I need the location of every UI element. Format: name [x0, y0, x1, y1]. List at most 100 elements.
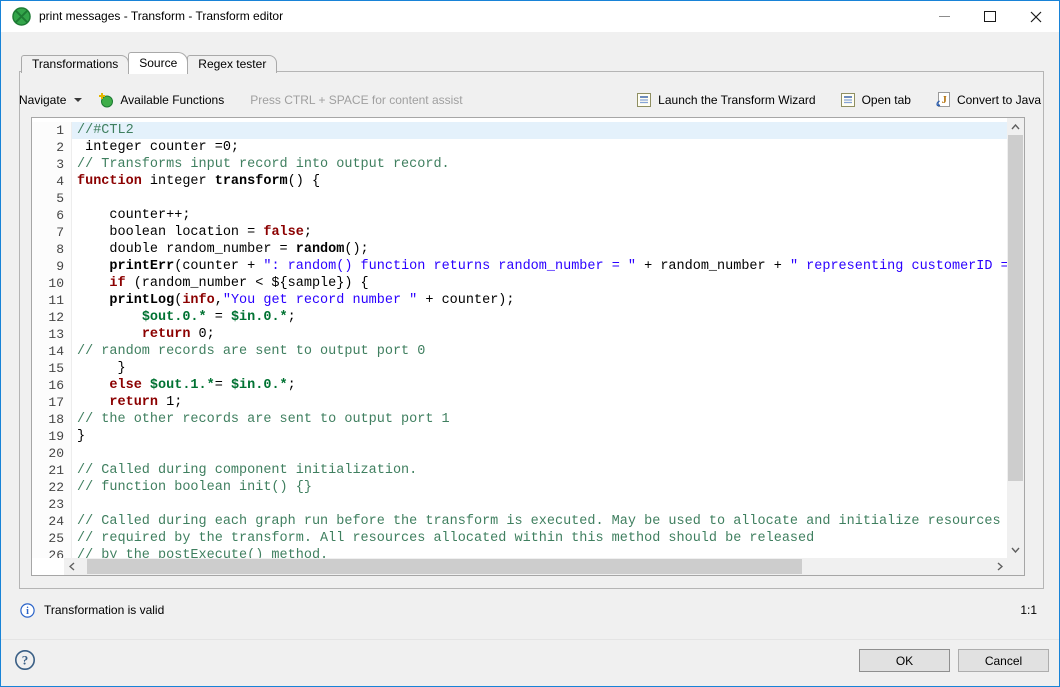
scroll-down-button[interactable] [1007, 541, 1024, 558]
scroll-up-button[interactable] [1007, 118, 1024, 135]
line-number: 1 [32, 122, 72, 139]
line-number: 13 [32, 326, 72, 343]
code-line: 19} [32, 428, 1007, 445]
navigate-button[interactable]: Navigate [15, 91, 86, 109]
line-text: } [72, 360, 1007, 377]
launch-wizard-label: Launch the Transform Wizard [658, 93, 815, 107]
line-text: } [72, 428, 1007, 445]
wizard-document-icon [636, 92, 652, 108]
code-line: 14// random records are sent to output p… [32, 343, 1007, 360]
line-text: printErr(counter + ": random() function … [72, 258, 1007, 275]
line-text: if (random_number < ${sample}) { [72, 275, 1007, 292]
code-line: 8 double random_number = random(); [32, 241, 1007, 258]
code-line: 12 $out.0.* = $in.0.*; [32, 309, 1007, 326]
minimize-button[interactable] [921, 1, 967, 32]
code-line: 9 printErr(counter + ": random() functio… [32, 258, 1007, 275]
available-functions-button[interactable]: Available Functions [94, 90, 228, 110]
minimize-icon [939, 16, 950, 17]
line-number: 9 [32, 258, 72, 275]
horizontal-scrollbar[interactable] [64, 558, 1007, 575]
line-number: 20 [32, 445, 72, 462]
info-icon: i [20, 603, 35, 618]
line-number: 10 [32, 275, 72, 292]
code-editor[interactable]: 1//#CTL22 integer counter =0;3// Transfo… [32, 118, 1007, 558]
line-text: // Called during each graph run before t… [72, 513, 1007, 530]
line-number: 6 [32, 207, 72, 224]
code-line: 1//#CTL2 [32, 122, 1007, 139]
line-number: 17 [32, 394, 72, 411]
line-number: 11 [32, 292, 72, 309]
scroll-right-button[interactable] [992, 558, 1007, 575]
code-line: 26// by the postExecute() method. [32, 547, 1007, 558]
code-line: 24// Called during each graph run before… [32, 513, 1007, 530]
help-button[interactable]: ? [14, 649, 36, 671]
line-text: function integer transform() { [72, 173, 1007, 190]
horizontal-scroll-thumb[interactable] [87, 559, 802, 574]
clover-app-icon [12, 7, 31, 26]
transform-editor-dialog: print messages - Transform - Transform e… [0, 0, 1060, 687]
code-line: 21// Called during component initializat… [32, 462, 1007, 479]
cancel-button[interactable]: Cancel [958, 649, 1049, 672]
line-number: 15 [32, 360, 72, 377]
code-line: 18// the other records are sent to outpu… [32, 411, 1007, 428]
source-editor: 1//#CTL22 integer counter =0;3// Transfo… [31, 117, 1025, 576]
status-bar: i Transformation is valid 1:1 [1, 599, 1059, 621]
line-text: return 1; [72, 394, 1007, 411]
ok-button[interactable]: OK [859, 649, 950, 672]
line-text: //#CTL2 [72, 122, 1007, 139]
code-line: 16 else $out.1.*= $in.0.*; [32, 377, 1007, 394]
tab-source[interactable]: Source [128, 52, 188, 74]
line-text: // Transforms input record into output r… [72, 156, 1007, 173]
line-number: 2 [32, 139, 72, 156]
open-tab-label: Open tab [862, 93, 911, 107]
titlebar: print messages - Transform - Transform e… [1, 1, 1059, 32]
line-text: // function boolean init() {} [72, 479, 1007, 496]
line-text: integer counter =0; [72, 139, 1007, 156]
code-line: 17 return 1; [32, 394, 1007, 411]
open-tab-document-icon [840, 92, 856, 108]
line-number: 22 [32, 479, 72, 496]
window-title: print messages - Transform - Transform e… [39, 1, 283, 32]
line-text: else $out.1.*= $in.0.*; [72, 377, 1007, 394]
convert-to-java-label: Convert to Java [957, 93, 1041, 107]
line-number: 4 [32, 173, 72, 190]
line-number: 25 [32, 530, 72, 547]
code-line: 15 } [32, 360, 1007, 377]
code-line: 11 printLog(info,"You get record number … [32, 292, 1007, 309]
line-number: 26 [32, 547, 72, 558]
launch-wizard-button[interactable]: Launch the Transform Wizard [632, 90, 819, 110]
open-tab-button[interactable]: Open tab [836, 90, 915, 110]
svg-text:?: ? [22, 653, 29, 668]
line-text [72, 445, 1007, 462]
vertical-scrollbar[interactable] [1007, 118, 1024, 558]
convert-to-java-button[interactable]: J Convert to Java [931, 90, 1045, 110]
line-text: return 0; [72, 326, 1007, 343]
tab-transformations[interactable]: Transformations [21, 55, 129, 73]
line-number: 8 [32, 241, 72, 258]
line-text: boolean location = false; [72, 224, 1007, 241]
code-line: 2 integer counter =0; [32, 139, 1007, 156]
line-number: 14 [32, 343, 72, 360]
line-number: 12 [32, 309, 72, 326]
svg-text:J: J [942, 95, 947, 106]
close-button[interactable] [1013, 1, 1059, 32]
line-text: // Called during component initializatio… [72, 462, 1007, 479]
line-number: 21 [32, 462, 72, 479]
line-text: double random_number = random(); [72, 241, 1007, 258]
svg-text:i: i [26, 606, 29, 617]
code-line: 3// Transforms input record into output … [32, 156, 1007, 173]
close-icon [1030, 11, 1042, 23]
line-number: 19 [32, 428, 72, 445]
code-line: 4function integer transform() { [32, 173, 1007, 190]
maximize-button[interactable] [967, 1, 1013, 32]
status-message: Transformation is valid [44, 603, 164, 617]
tab-regex-tester[interactable]: Regex tester [187, 55, 277, 73]
code-line: 5 [32, 190, 1007, 207]
scroll-left-button[interactable] [64, 558, 79, 575]
line-number: 5 [32, 190, 72, 207]
code-line: 23 [32, 496, 1007, 513]
vertical-scroll-thumb[interactable] [1008, 135, 1023, 481]
convert-to-java-icon: J [935, 92, 951, 108]
chevron-right-icon [997, 562, 1003, 571]
chevron-left-icon [69, 562, 75, 571]
